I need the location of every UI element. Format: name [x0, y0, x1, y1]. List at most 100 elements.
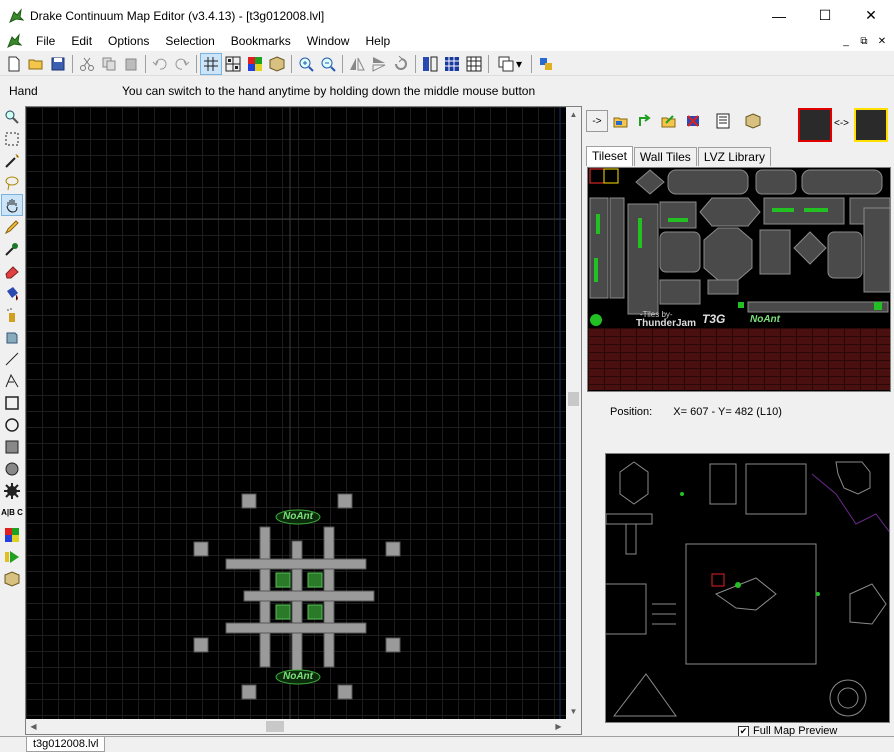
menu-options[interactable]: Options [100, 31, 157, 51]
mdi-restore-button[interactable]: ⧉ [856, 34, 872, 48]
bucket-icon[interactable] [1, 282, 23, 304]
paste-icon[interactable] [120, 53, 142, 75]
menu-edit[interactable]: Edit [63, 31, 100, 51]
minimize-button[interactable]: — [756, 0, 802, 31]
lvz-icon[interactable] [266, 53, 288, 75]
chevron-down-icon: ▾ [515, 56, 523, 71]
tab-lvz-library[interactable]: LVZ Library [697, 147, 771, 166]
tileset-info-icon[interactable] [712, 110, 734, 132]
pipe-horizontal [243, 590, 375, 602]
settings-icon[interactable] [535, 53, 557, 75]
region-icon[interactable] [419, 53, 441, 75]
magnifier-icon[interactable] [1, 106, 23, 128]
tool-palette: A|B C [0, 106, 24, 596]
tab-tileset[interactable]: Tileset [586, 146, 633, 166]
cube-icon[interactable] [1, 568, 23, 590]
eraser-icon[interactable] [1, 260, 23, 282]
lasso-icon[interactable] [1, 172, 23, 194]
rectangle-icon[interactable] [1, 392, 23, 414]
dragon-app-icon[interactable] [8, 7, 24, 24]
menu-file[interactable]: File [28, 31, 63, 51]
filled-ellipse-icon[interactable] [1, 458, 23, 480]
tile-grid-icon[interactable] [441, 53, 463, 75]
close-button[interactable]: ✕ [848, 0, 894, 31]
toolbar-separator [531, 54, 532, 73]
spline-icon[interactable] [1, 370, 23, 392]
magic-wand-icon[interactable] [1, 150, 23, 172]
green-arrow-icon[interactable] [634, 110, 656, 132]
zoom-in-icon[interactable] [295, 53, 317, 75]
scroll-left-icon[interactable]: ◀ [26, 719, 41, 734]
line-icon[interactable] [1, 348, 23, 370]
dropper-icon[interactable] [1, 238, 23, 260]
redo-icon[interactable] [171, 53, 193, 75]
tab-wall-tiles[interactable]: Wall Tiles [633, 147, 697, 166]
swap-tiles-icon[interactable]: <-> [834, 118, 849, 129]
delete-tileset-icon[interactable] [682, 110, 704, 132]
vertical-scrollbar[interactable]: ▲ ▼ [566, 107, 581, 719]
horizontal-scroll-thumb[interactable] [266, 721, 284, 732]
current-tool-label: Hand [9, 84, 38, 98]
mdi-close-button[interactable]: ✕ [874, 34, 890, 48]
full-map-preview[interactable] [605, 453, 890, 723]
screen-grid-icon[interactable] [222, 53, 244, 75]
tileset-view[interactable]: -Tiles by- ThunderJam T3G NoAnt [587, 167, 891, 392]
scroll-up-icon[interactable]: ▲ [566, 107, 581, 122]
menu-selection[interactable]: Selection [157, 31, 222, 51]
menu-bookmarks[interactable]: Bookmarks [223, 31, 299, 51]
fill-icon[interactable] [463, 53, 485, 75]
save-icon[interactable] [47, 53, 69, 75]
toolbar-separator [291, 54, 292, 73]
spray-icon[interactable] [1, 304, 23, 326]
hand-icon[interactable] [1, 194, 23, 216]
corner-node [193, 637, 209, 653]
menu-help[interactable]: Help [357, 31, 398, 51]
rotate-icon[interactable] [390, 53, 412, 75]
vertical-scroll-thumb[interactable] [568, 392, 579, 406]
lvz-cube-icon[interactable] [742, 110, 764, 132]
menu-window[interactable]: Window [299, 31, 358, 51]
pencil-icon[interactable] [1, 216, 23, 238]
arrow-right-icon[interactable]: -> [586, 110, 608, 132]
zoom-out-icon[interactable] [317, 53, 339, 75]
layers-dropdown[interactable]: ▾ [492, 53, 528, 75]
play-icon[interactable] [1, 546, 23, 568]
maximize-button[interactable]: ☐ [802, 0, 848, 31]
ellipse-icon[interactable] [1, 414, 23, 436]
filled-rect-icon[interactable] [1, 436, 23, 458]
color-swatch-icon[interactable] [1, 524, 23, 546]
toolbar-separator [488, 54, 489, 73]
tool-hint-text: You can switch to the hand anytime by ho… [122, 84, 536, 98]
undo-icon[interactable] [149, 53, 171, 75]
export-tileset-icon[interactable] [658, 110, 680, 132]
cut-icon[interactable] [76, 53, 98, 75]
document-tab[interactable]: t3g012008.lvl [26, 737, 106, 752]
map-canvas[interactable]: NoAnt NoAnt [26, 107, 566, 719]
mirror-h-icon[interactable] [346, 53, 368, 75]
select-rect-icon[interactable] [1, 128, 23, 150]
dragon-menu-icon[interactable] [6, 33, 23, 49]
replace-icon[interactable] [1, 326, 23, 348]
scroll-down-icon[interactable]: ▼ [566, 704, 581, 719]
import-tileset-icon[interactable] [610, 110, 632, 132]
full-map-checkbox[interactable]: ✔ [738, 725, 749, 737]
tileset-tabs: Tileset Wall Tiles LVZ Library [586, 146, 772, 166]
new-icon[interactable] [3, 53, 25, 75]
scroll-right-icon[interactable]: ▶ [551, 719, 566, 734]
text-icon[interactable]: A|B C [1, 502, 23, 524]
left-selected-tile[interactable] [798, 108, 832, 142]
color-icon[interactable] [244, 53, 266, 75]
mdi-minimize-button[interactable]: _ [838, 34, 854, 48]
horizontal-scrollbar[interactable]: ◀ ▶ [26, 719, 566, 734]
grid-icon[interactable] [200, 52, 222, 75]
mirror-v-icon[interactable] [368, 53, 390, 75]
corner-node [241, 684, 257, 700]
open-icon[interactable] [25, 53, 47, 75]
corner-node [385, 637, 401, 653]
right-selected-tile[interactable] [854, 108, 888, 142]
copy-icon[interactable] [98, 53, 120, 75]
corner-node [337, 493, 353, 509]
map-structure [193, 493, 401, 700]
corner-node [337, 684, 353, 700]
gear-icon[interactable] [1, 480, 23, 502]
